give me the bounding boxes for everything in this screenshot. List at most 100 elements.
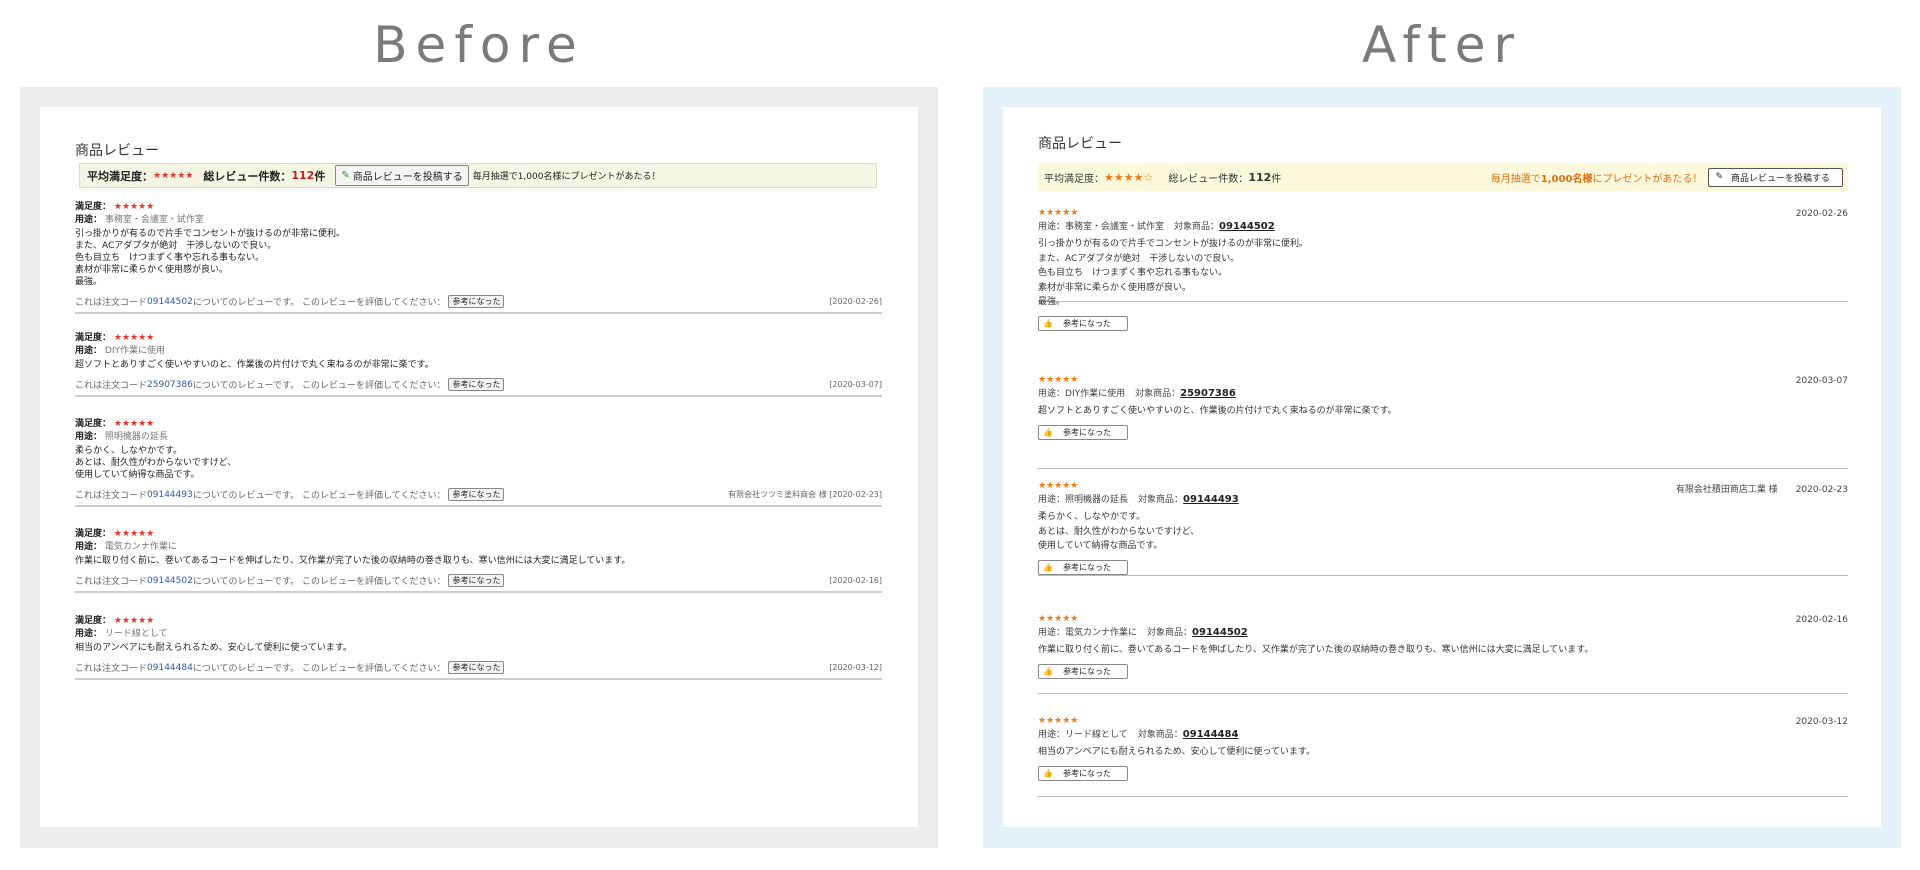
review-footer: これは注文コード 25907386 についてのレビューです。 このレビューを評価して…	[75, 378, 882, 391]
review-text: 引っ掛かりが有るので片手でコンセントが抜けるのが非常に便利。 また、ACアダプタ…	[75, 229, 346, 287]
review-footer: これは注文コード 09144502 についてのレビューです。 このレビューを評価して…	[75, 574, 882, 587]
use-row: 用途： リード線として	[75, 629, 168, 639]
order-code-link[interactable]: 09144484	[147, 663, 193, 673]
satisfaction-row: 満足度： ★★★★★	[75, 202, 155, 212]
total-reviews-unit: 件	[314, 169, 326, 183]
helpful-button[interactable]: 👍 参考になった	[1038, 559, 1128, 575]
thumbs-up-icon: 👍	[1043, 427, 1053, 437]
review-date: [2020-03-12]	[829, 663, 882, 672]
review-item: ★★★★★ 有限会社積田商店工業 様 2020-02-23 用途：照明機器の延長対…	[1038, 480, 1848, 576]
thumbs-up-icon: 👍	[1043, 768, 1053, 778]
rating-stars: ★★★★★	[113, 529, 155, 539]
total-reviews-label: 総レビュー件数：	[203, 169, 292, 183]
total-reviews-count: 112	[1248, 170, 1272, 184]
review-item: 満足度： ★★★★★ 用途： リード線として 相当のアンペアにも耐えられるため、…	[75, 615, 882, 680]
review-text: 作業に取り付く前に、巻いてあるコードを伸ばしたり、又作業が完了いた後の収納時の巻…	[1038, 645, 1594, 655]
total-reviews-count: 112	[291, 169, 315, 182]
promo-text: 毎月抽選で1,000名様にプレゼントがあたる！	[472, 172, 661, 182]
order-code-link[interactable]: 09144502	[147, 297, 193, 307]
review-text: 相当のアンペアにも耐えられるため、安心して便利に使っています。	[1038, 747, 1316, 757]
avg-satisfaction-label: 平均満足度：	[1044, 173, 1104, 185]
review-item: 満足度： ★★★★★ 用途： 照明機器の延長 柔らかく、しなやかです。 あとは、…	[75, 418, 882, 507]
helpful-button[interactable]: 参考になった	[448, 574, 505, 587]
review-date: 2020-02-16	[1795, 615, 1848, 625]
satisfaction-row: 満足度： ★★★★★	[75, 616, 155, 626]
review-text: 超ソフトとありすごく使いやすいのと、作業後の片付けで丸く束ねるのが非常に楽です。	[75, 360, 434, 370]
post-review-button[interactable]: ✎ 商品レビューを投稿する	[335, 165, 469, 186]
helpful-button[interactable]: 👍 参考になった	[1038, 315, 1128, 331]
rating-stars: ★★★★★	[113, 419, 155, 429]
before-frame: 商品レビュー 平均満足度： ★★★★★ 総レビュー件数： 112 件 ✎ 商品レビ…	[20, 87, 938, 848]
review-summary-bar: 平均満足度： ★★★★☆ 総レビュー件数： 112 件 毎月抽選で1,000名様…	[1038, 163, 1848, 191]
use-row: 用途： DIY作業に使用	[75, 346, 165, 356]
review-date: [2020-02-26]	[829, 297, 882, 306]
rating-stars: ★★★★★	[113, 616, 155, 626]
avg-rating-stars: ★★★★☆	[1104, 170, 1154, 184]
satisfaction-row: 満足度： ★★★★★	[75, 529, 155, 539]
order-code-link[interactable]: 09144502	[147, 576, 193, 586]
use-row: 用途：事務室・会議室・試作室 対象商品：09144502	[1038, 221, 1275, 232]
rating-stars: ★★★★★	[1038, 614, 1079, 624]
review-item: ★★★★★ 2020-02-26 用途：事務室・会議室・試作室 対象商品：0914…	[1038, 207, 1848, 331]
satisfaction-row: 満足度： ★★★★★	[75, 419, 155, 429]
pencil-icon: ✎	[341, 170, 350, 181]
review-footer: これは注文コード 09144502 についてのレビューです。 このレビューを評価して…	[75, 295, 882, 308]
product-code-link[interactable]: 25907386	[1180, 388, 1236, 399]
satisfaction-row: 満足度： ★★★★★	[75, 333, 155, 343]
use-row: 用途： 事務室・会議室・試作室	[75, 215, 204, 225]
use-row: 用途：DIY作業に使用 対象商品：25907386	[1038, 388, 1236, 399]
rating-stars: ★★★★★	[113, 202, 155, 212]
use-row: 用途： 照明機器の延長	[75, 432, 168, 442]
rating-stars: ★★★★★	[1038, 208, 1079, 218]
review-item: ★★★★★ 2020-02-16 用途：電気カンナ作業に 対象商品：0914450…	[1038, 613, 1848, 694]
use-row: 用途：電気カンナ作業に 対象商品：09144502	[1038, 627, 1248, 638]
review-date: [2020-02-16]	[829, 576, 882, 585]
product-code-link[interactable]: 09144502	[1219, 221, 1275, 232]
product-code-link[interactable]: 09144493	[1183, 494, 1239, 505]
review-date: 2020-03-07	[1795, 376, 1848, 386]
total-reviews-unit: 件	[1271, 173, 1282, 185]
pencil-icon: ✎	[1715, 172, 1723, 182]
before-heading: Before	[373, 16, 585, 74]
after-frame: 商品レビュー 平均満足度： ★★★★☆ 総レビュー件数： 112 件 毎月抽選で…	[983, 87, 1901, 848]
review-item: 満足度： ★★★★★ 用途： 事務室・会議室・試作室 引っ掛かりが有るので片手で…	[75, 201, 882, 314]
helpful-button[interactable]: 👍 参考になった	[1038, 663, 1128, 679]
use-row: 用途： 電気カンナ作業に	[75, 542, 177, 552]
review-section-title: 商品レビュー	[75, 143, 159, 159]
post-review-button[interactable]: ✎ 商品レビューを投稿する	[1708, 167, 1843, 187]
helpful-button[interactable]: 参考になった	[448, 661, 505, 674]
review-text: 相当のアンペアにも耐えられるため、安心して便利に使っています。	[75, 643, 353, 653]
review-item: 満足度： ★★★★★ 用途： 電気カンナ作業に 作業に取り付く前に、巻いてあるコ…	[75, 528, 882, 593]
review-text: 作業に取り付く前に、巻いてあるコードを伸ばしたり、又作業が完了いた後の収納時の巻…	[75, 556, 631, 566]
order-code-link[interactable]: 09144493	[147, 490, 193, 500]
avg-satisfaction-label: 平均満足度：	[87, 169, 153, 183]
total-reviews-label: 総レビュー件数：	[1168, 173, 1249, 185]
helpful-button[interactable]: 参考になった	[448, 488, 505, 501]
review-text: 超ソフトとありすごく使いやすいのと、作業後の片付けで丸く束ねるのが非常に楽です。	[1038, 406, 1397, 416]
review-text: 引っ掛かりが有るので片手でコンセントが抜けるのが非常に便利。 また、ACアダプタ…	[1038, 239, 1309, 307]
review-item: ★★★★★ 2020-03-12 用途：リード線として 対象商品：09144484…	[1038, 715, 1848, 797]
after-heading: After	[1361, 16, 1523, 74]
review-date: 2020-02-26	[1795, 209, 1848, 219]
helpful-button[interactable]: 参考になった	[448, 378, 505, 391]
thumbs-up-icon: 👍	[1043, 318, 1053, 328]
review-item: ★★★★★ 2020-03-07 用途：DIY作業に使用 対象商品：2590738…	[1038, 374, 1848, 469]
product-code-link[interactable]: 09144502	[1192, 627, 1248, 638]
rating-stars: ★★★★★	[1038, 716, 1079, 726]
product-code-link[interactable]: 09144484	[1183, 729, 1239, 740]
helpful-button[interactable]: 👍 参考になった	[1038, 765, 1128, 781]
use-row: 用途：リード線として 対象商品：09144484	[1038, 729, 1239, 740]
helpful-button[interactable]: 参考になった	[448, 295, 505, 308]
review-item: 満足度： ★★★★★ 用途： DIY作業に使用 超ソフトとありすごく使いやすいの…	[75, 332, 882, 397]
helpful-button[interactable]: 👍 参考になった	[1038, 424, 1128, 440]
use-row: 用途：照明機器の延長 対象商品：09144493	[1038, 494, 1239, 505]
review-summary-bar: 平均満足度： ★★★★★ 総レビュー件数： 112 件 ✎ 商品レビューを投稿する…	[79, 163, 877, 188]
promo-text: 毎月抽選で1,000名様にプレゼントがあたる！	[1490, 173, 1703, 185]
review-footer: これは注文コード 09144484 についてのレビューです。 このレビューを評価して…	[75, 661, 882, 674]
avg-rating-stars: ★★★★★	[153, 170, 194, 181]
order-code-link[interactable]: 25907386	[147, 380, 193, 390]
review-date: 2020-03-12	[1795, 717, 1848, 727]
before-panel: 商品レビュー 平均満足度： ★★★★★ 総レビュー件数： 112 件 ✎ 商品レビ…	[40, 107, 918, 827]
rating-stars: ★★★★★	[113, 333, 155, 343]
review-shop-date: 有限会社ツツミ塗料商会 様 [2020-02-23]	[728, 490, 882, 499]
